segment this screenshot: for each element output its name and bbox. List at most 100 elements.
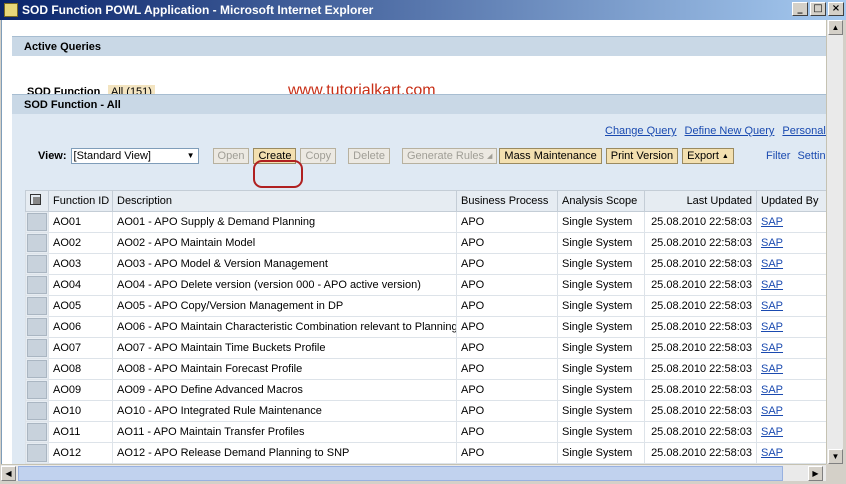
row-selector[interactable] [25,295,49,317]
updated-by-link[interactable]: SAP [761,342,783,354]
cell-last-updated: 25.08.2010 22:58:03 [644,421,757,443]
select-all-header[interactable] [25,190,49,212]
table-row[interactable]: AO11 AO11 - APO Maintain Transfer Profile… [25,421,826,443]
table-row[interactable]: AO02 AO02 - APO Maintain Model APO Single S… [25,232,826,254]
chevron-down-icon[interactable]: ▼ [184,149,198,163]
row-select-box[interactable] [27,318,47,336]
table-row[interactable]: AO09 AO09 - APO Define Advanced Macros APO… [25,379,826,401]
table-row[interactable]: AO07 AO07 - APO Maintain Time Buckets Pro… [25,337,826,359]
table-row[interactable]: AO01 AO01 - APO Supply & Demand Planning A… [25,211,826,233]
cell-last-updated: 25.08.2010 22:58:03 [644,337,757,359]
cell-updated-by: SAP [756,379,826,401]
app-icon [4,3,18,17]
table-row[interactable]: AO12 AO12 - APO Release Demand Planning t… [25,442,826,464]
cell-updated-by: SAP [756,358,826,380]
updated-by-link[interactable]: SAP [761,258,783,270]
row-selector[interactable] [25,232,49,254]
table-row[interactable]: AO05 AO05 - APO Copy/Version Management i… [25,295,826,317]
view-select[interactable]: [Standard View] ▼ [70,148,199,164]
row-selector[interactable] [25,379,49,401]
updated-by-link[interactable]: SAP [761,426,783,438]
col-business-process[interactable]: Business Process [456,190,558,212]
copy-button[interactable]: Copy [300,148,337,164]
cell-function-id: AO08 [48,358,113,380]
row-selector[interactable] [25,421,49,443]
table-row[interactable]: AO03 AO03 - APO Model & Version Managemen… [25,253,826,275]
horizontal-scrollbar[interactable]: ◀ ▶ [1,464,826,481]
row-select-box[interactable] [27,423,47,441]
cell-function-id: AO07 [48,337,113,359]
view-select-value: [Standard View] [73,150,151,162]
export-button[interactable]: Export ▲ [682,148,734,164]
row-select-box[interactable] [27,213,47,231]
maximize-button[interactable]: □ [810,2,826,16]
row-select-box[interactable] [27,297,47,315]
col-last-updated[interactable]: Last Updated [644,190,757,212]
col-description[interactable]: Description [112,190,457,212]
print-version-button[interactable]: Print Version [605,148,679,164]
row-select-box[interactable] [27,360,47,378]
scroll-up-icon[interactable]: ▲ [828,20,843,35]
close-button[interactable]: × [828,2,844,16]
open-button[interactable]: Open [212,148,250,164]
create-button[interactable]: Create [253,148,297,164]
col-analysis-scope[interactable]: Analysis Scope [557,190,645,212]
row-select-box[interactable] [27,381,47,399]
row-selector[interactable] [25,442,49,464]
row-select-box[interactable] [27,402,47,420]
scroll-down-icon[interactable]: ▼ [828,449,843,464]
row-select-box[interactable] [27,276,47,294]
row-selector[interactable] [25,337,49,359]
row-selector[interactable] [25,211,49,233]
row-select-box[interactable] [27,339,47,357]
col-function-id[interactable]: Function ID [48,190,113,212]
define-new-query-link[interactable]: Define New Query [685,125,775,137]
updated-by-link[interactable]: SAP [761,321,783,333]
col-updated-by[interactable]: Updated By [756,190,826,212]
cell-function-id: AO11 [48,421,113,443]
updated-by-link[interactable]: SAP [761,384,783,396]
mass-maintenance-button[interactable]: Mass Maintenance [499,148,602,164]
updated-by-link[interactable]: SAP [761,300,783,312]
scroll-thumb[interactable] [18,466,783,481]
filter-link[interactable]: Filter [766,150,790,162]
select-all-icon[interactable] [30,194,41,205]
table-row[interactable]: AO04 AO04 - APO Delete version (version 0… [25,274,826,296]
settings-link[interactable]: Setting [797,150,826,162]
row-selector[interactable] [25,253,49,275]
personalize-link[interactable]: Personali [782,125,826,137]
updated-by-link[interactable]: SAP [761,279,783,291]
cell-analysis-scope: Single System [557,379,645,401]
vertical-scrollbar[interactable]: ▲ ▼ [826,20,843,464]
row-select-box[interactable] [27,255,47,273]
cell-business-process: APO [456,211,558,233]
scroll-right-icon[interactable]: ▶ [808,466,823,481]
updated-by-link[interactable]: SAP [761,405,783,417]
minimize-button[interactable]: _ [792,2,808,16]
cell-function-id: AO09 [48,379,113,401]
updated-by-link[interactable]: SAP [761,237,783,249]
cell-function-id: AO03 [48,253,113,275]
table-row[interactable]: AO10 AO10 - APO Integrated Rule Maintenan… [25,400,826,422]
cell-business-process: APO [456,253,558,275]
generate-rules-button[interactable]: Generate Rules ◢ [401,148,498,164]
row-selector[interactable] [25,316,49,338]
updated-by-link[interactable]: SAP [761,216,783,228]
row-select-box[interactable] [27,444,47,462]
table-row[interactable]: AO08 AO08 - APO Maintain Forecast Profile… [25,358,826,380]
cell-business-process: APO [456,379,558,401]
cell-business-process: APO [456,274,558,296]
cell-analysis-scope: Single System [557,316,645,338]
row-select-box[interactable] [27,234,47,252]
cell-function-id: AO12 [48,442,113,464]
delete-button[interactable]: Delete [348,148,390,164]
table-row[interactable]: AO06 AO06 - APO Maintain Characteristic C… [25,316,826,338]
row-selector[interactable] [25,274,49,296]
row-selector[interactable] [25,358,49,380]
updated-by-link[interactable]: SAP [761,363,783,375]
row-selector[interactable] [25,400,49,422]
scroll-left-icon[interactable]: ◀ [1,466,16,481]
cell-updated-by: SAP [756,274,826,296]
updated-by-link[interactable]: SAP [761,447,783,459]
change-query-link[interactable]: Change Query [605,125,677,137]
